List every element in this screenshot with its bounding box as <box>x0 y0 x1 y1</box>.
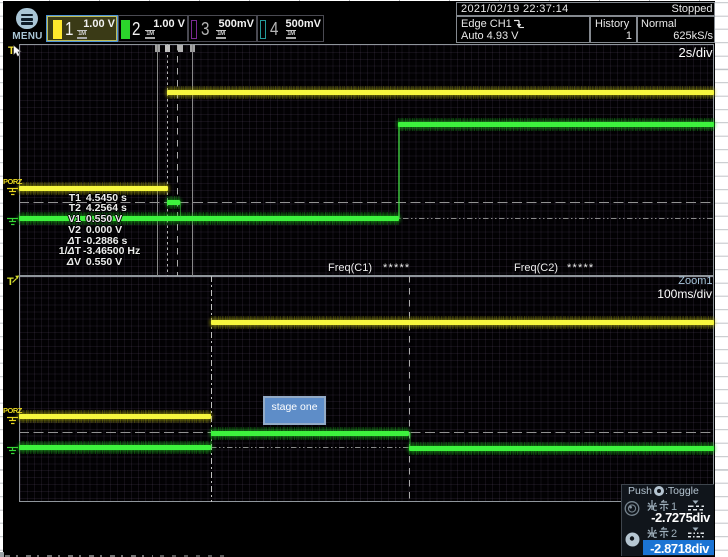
svg-text:2: 2 <box>671 528 677 539</box>
